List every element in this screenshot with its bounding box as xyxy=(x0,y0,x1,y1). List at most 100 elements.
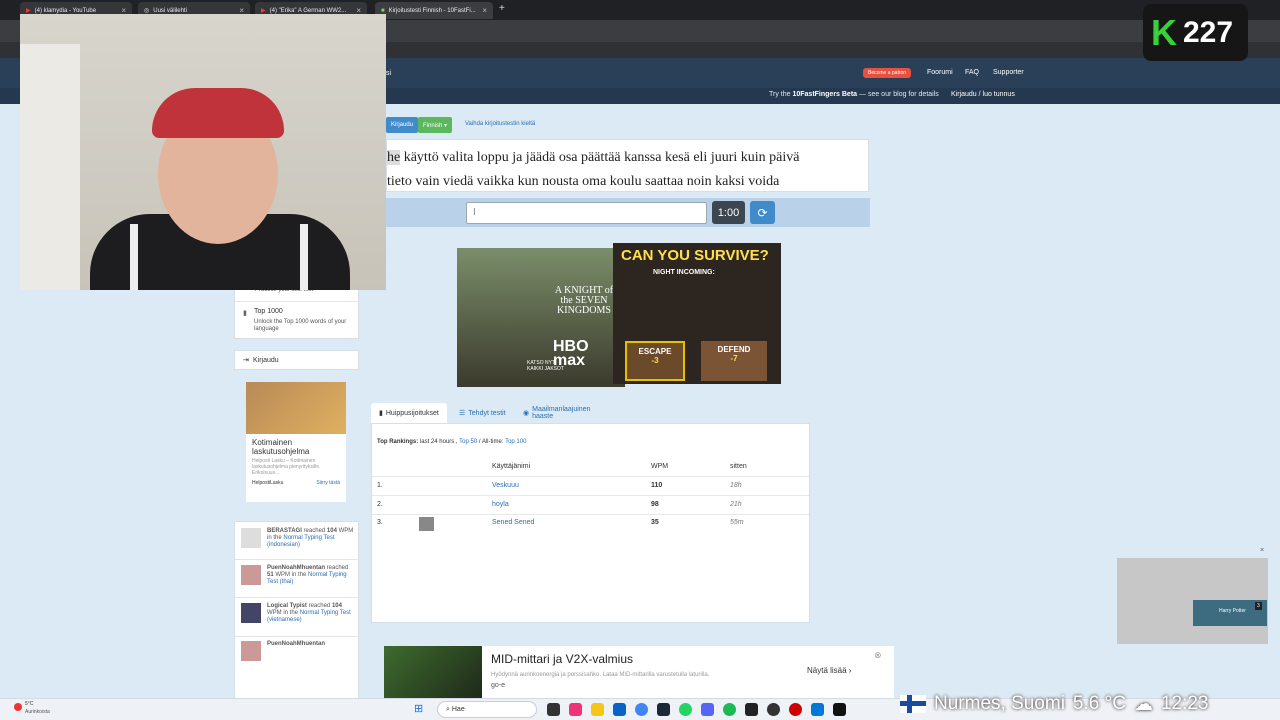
change-language-link[interactable]: Vaihda kirjoitustestin kieltä xyxy=(465,121,535,127)
ad-image xyxy=(384,646,482,698)
taskbar-weather-temp[interactable]: 5°C xyxy=(25,701,33,707)
feed-user[interactable]: PuenNoahMhuentan xyxy=(267,565,325,571)
feed-item: Logical Typist reached 104 WPM in the No… xyxy=(267,603,355,624)
rank-number: 3. xyxy=(377,519,383,526)
tab-global-challenge[interactable]: ◉ Maailmanlaajuinen haaste xyxy=(515,403,621,423)
rank-ago: 18h xyxy=(730,482,742,489)
divider xyxy=(372,495,809,496)
rankings-panel: Top Rankings: last 24 hours , Top 50 / A… xyxy=(371,423,810,623)
top1000-title[interactable]: Top 1000 xyxy=(254,308,283,315)
bottom-ad-cta[interactable]: Näytä lisää › xyxy=(807,666,851,675)
rank-username[interactable]: hoyla xyxy=(492,501,509,508)
feed-wpm: 104 xyxy=(326,528,337,534)
windows-start-icon[interactable]: ⊞ xyxy=(414,702,423,715)
rank-number: 1. xyxy=(377,482,383,489)
video-thumbnail[interactable]: Harry Potter 3 xyxy=(1193,600,1267,626)
store-icon[interactable] xyxy=(613,703,626,716)
language-dropdown[interactable]: Finnish ▾ xyxy=(418,117,453,133)
nav-supporter[interactable]: Supporter xyxy=(993,69,1024,76)
ad-footer: HelpostiLasku Siirry tästä xyxy=(252,480,340,486)
nav-faq[interactable]: FAQ xyxy=(965,69,979,76)
divider xyxy=(372,514,809,515)
weather-temp: 5.6 °C xyxy=(1072,693,1126,714)
keyboard-icon: ■ xyxy=(381,7,385,14)
rankings-filter: Top Rankings: last 24 hours , Top 50 / A… xyxy=(377,439,526,445)
rank-username[interactable]: Sened Sened xyxy=(492,519,534,526)
activity-feed: BERASTAGI reached 104 WPM in the Normal … xyxy=(234,521,359,701)
hbo-ad[interactable]: A KNIGHT of the SEVEN KINGDOMS HBO max K… xyxy=(457,248,625,387)
close-icon[interactable]: ⊗ xyxy=(874,650,882,661)
discord-icon[interactable] xyxy=(701,703,714,716)
feed-item: PuenNoahMhuentan reached 51 WPM in the N… xyxy=(267,565,355,586)
chrome-icon[interactable] xyxy=(635,703,648,716)
feed-user[interactable]: PuenNoahMhuentan xyxy=(267,641,325,647)
webcam-overlay xyxy=(20,14,386,290)
task-view-icon[interactable] xyxy=(547,703,560,716)
search-label: Hae xyxy=(451,706,465,713)
ad-cta[interactable]: Siirry tästä xyxy=(316,480,340,486)
divider xyxy=(235,559,358,560)
ad-body: Kotimainen laskutusohjelma Helposti Lask… xyxy=(246,434,346,502)
divider xyxy=(235,301,358,302)
reload-button[interactable]: ⟳ xyxy=(750,201,775,224)
game-ad[interactable]: CAN YOU SURVIVE? NIGHT INCOMING: ESCAPE -… xyxy=(613,243,781,384)
feed-wpm: 104 xyxy=(331,603,342,609)
thumb-title: Harry Potter xyxy=(1219,608,1246,614)
folder-icon[interactable] xyxy=(591,703,604,716)
taskbar-search[interactable]: ⌕ Hae xyxy=(437,701,537,718)
hbo-ad-cta[interactable]: KATSO NYT KAIKKI JAKSOT xyxy=(527,360,567,372)
app-icon[interactable] xyxy=(569,703,582,716)
nav-forum[interactable]: Foorumi xyxy=(927,69,953,76)
beta-link[interactable]: 10FastFingers Beta xyxy=(792,91,857,98)
background-door xyxy=(20,44,80,290)
typing-input[interactable]: I xyxy=(466,202,707,224)
login-box[interactable]: ⇥ Kirjaudu xyxy=(234,350,359,370)
language-bar: Kirjaudu Finnish ▾ Vaihda kirjoitustesti… xyxy=(386,117,868,133)
tab-label: (4) klamydia - YouTube xyxy=(34,7,97,14)
divider xyxy=(235,636,358,637)
tab-10fastfingers[interactable]: ■ Kirjoitustesti Finnish - 10FastFi... × xyxy=(375,2,493,19)
new-tab-button[interactable]: + xyxy=(499,3,505,14)
sign-in-icon: ⇥ xyxy=(243,357,249,364)
close-icon[interactable]: × xyxy=(1260,547,1264,554)
taskbar-weather-desc: Aurinkoista xyxy=(25,709,50,715)
top1000-desc: Unlock the Top 1000 words of your langua… xyxy=(254,319,347,332)
feed-user[interactable]: BERASTAGI xyxy=(267,528,302,534)
app-icon[interactable] xyxy=(767,703,780,716)
app-icon[interactable] xyxy=(745,703,758,716)
counter-value: 227 xyxy=(1183,15,1234,49)
sidebar-ad[interactable]: Kotimainen laskutusohjelma Helposti Lask… xyxy=(234,380,359,504)
x-icon[interactable] xyxy=(833,703,846,716)
login-button[interactable]: Kirjaudu xyxy=(386,117,419,133)
bottom-ad[interactable]: MID-mittari ja V2X-valmius Hyödynnä auri… xyxy=(384,646,894,698)
defend-cost: -7 xyxy=(730,354,738,363)
top50-link[interactable]: Top 50 xyxy=(459,439,477,445)
defend-option[interactable]: DEFEND -7 xyxy=(701,341,767,381)
tab-top-rankings[interactable]: ▮ Huippusijoitukset xyxy=(371,403,447,423)
login-register-link[interactable]: Kirjaudu / luo tunnus xyxy=(951,91,1015,98)
patreon-button[interactable]: Become a patron xyxy=(863,68,912,78)
bottom-ad-desc: Hyödynnä aurinkoenergia ja porssisahko. … xyxy=(491,672,710,678)
whatsapp-icon[interactable] xyxy=(679,703,692,716)
rank-username[interactable]: Veskuuu xyxy=(492,482,519,489)
spotify-icon[interactable] xyxy=(723,703,736,716)
feed-user[interactable]: Logical Typist xyxy=(267,603,307,609)
app-icon[interactable] xyxy=(811,703,824,716)
escape-option[interactable]: ESCAPE -3 xyxy=(625,341,685,381)
rank-ago: 55m xyxy=(730,519,744,526)
rank-number: 2. xyxy=(377,501,383,508)
word-line-1: he käyttö valita loppu ja jäädä osa päät… xyxy=(387,146,854,170)
avatar xyxy=(419,517,434,531)
obs-icon[interactable] xyxy=(789,703,802,716)
close-icon[interactable]: × xyxy=(482,6,487,15)
tab-label: Uusi välilehti xyxy=(153,7,187,14)
steam-icon[interactable] xyxy=(657,703,670,716)
feed-item: PuenNoahMhuentan xyxy=(267,641,355,648)
tab-tests-taken[interactable]: ☰ Tehdyt testit xyxy=(451,403,514,423)
red-cap xyxy=(152,88,284,138)
top100-link[interactable]: Top 100 xyxy=(505,439,526,445)
feed-item: BERASTAGI reached 104 WPM in the Normal … xyxy=(267,528,355,549)
ad-brand: HelpostiLasku xyxy=(252,480,284,486)
avatar xyxy=(241,565,261,585)
input-row: I 1:00 ⟳ xyxy=(386,198,870,227)
